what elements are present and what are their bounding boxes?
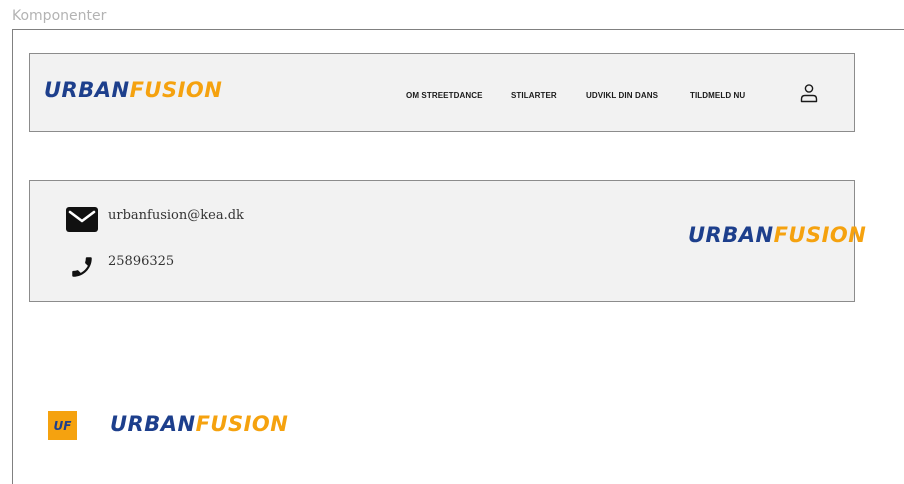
logo-fusion-text: FUSION: [195, 412, 289, 436]
footer-email-link[interactable]: urbanfusion@kea.dk: [108, 208, 244, 223]
footer-logo[interactable]: URBANFUSION: [688, 223, 866, 247]
logo-urban-text: URBAN: [688, 223, 774, 247]
nav-stilarter[interactable]: STILARTER: [511, 91, 557, 100]
site-footer: urbanfusion@kea.dk 25896325 URBANFUSION: [29, 180, 866, 302]
nav-om-streetdance[interactable]: OM STREETDANCE: [406, 91, 483, 100]
logo-fusion-text: FUSION: [773, 223, 867, 247]
user-icon[interactable]: [800, 83, 818, 103]
mail-icon: [66, 207, 98, 232]
standalone-logo: URBANFUSION: [110, 412, 288, 436]
logo-urban-text: URBAN: [110, 412, 196, 436]
favicon-logo: UF: [48, 411, 77, 440]
header-logo[interactable]: URBANFUSION: [44, 78, 222, 102]
nav-udvikl-din-dans[interactable]: UDVIKL DIN DANS: [586, 91, 658, 100]
frame-label: Komponenter: [12, 8, 107, 24]
footer-phone-link[interactable]: 25896325: [108, 254, 174, 269]
site-header: URBANFUSION OM STREETDANCE STILARTER UDV…: [29, 53, 855, 132]
logo-urban-text: URBAN: [44, 78, 130, 102]
favicon-letter-u: U: [53, 418, 64, 433]
logo-fusion-text: FUSION: [129, 78, 223, 102]
phone-icon: [72, 257, 92, 277]
favicon-letter-f: F: [63, 418, 72, 433]
nav-tildmeld-nu[interactable]: TILDMELD NU: [690, 91, 745, 100]
